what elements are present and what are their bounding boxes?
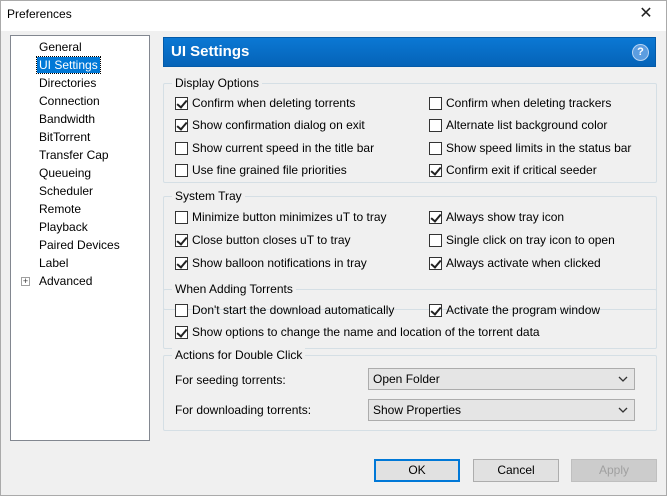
tree-item-transfer-cap[interactable]: Transfer Cap bbox=[37, 147, 111, 163]
help-icon[interactable]: ? bbox=[632, 44, 649, 61]
double-click-group: Actions for Double Click For seeding tor… bbox=[163, 348, 657, 431]
close-icon[interactable]: ✕ bbox=[636, 4, 656, 24]
checkbox-unchecked-icon[interactable] bbox=[429, 233, 442, 247]
seeding-label: For seeding torrents: bbox=[175, 373, 286, 387]
tree-item-advanced[interactable]: Advanced bbox=[37, 273, 94, 289]
tree-item-general[interactable]: General bbox=[37, 39, 84, 55]
checkbox-option[interactable]: Minimize button minimizes uT to tray bbox=[175, 209, 387, 225]
checkbox-option[interactable]: Show confirmation dialog on exit bbox=[175, 117, 365, 133]
checkbox-label: Always activate when clicked bbox=[446, 256, 601, 270]
expand-icon[interactable]: + bbox=[21, 277, 30, 286]
seeding-action-value: Open Folder bbox=[373, 372, 440, 386]
checkbox-unchecked-icon[interactable] bbox=[175, 141, 188, 155]
ok-button[interactable]: OK bbox=[374, 459, 460, 482]
checkbox-label: Minimize button minimizes uT to tray bbox=[192, 210, 387, 224]
checkbox-unchecked-icon[interactable] bbox=[429, 118, 442, 132]
checkbox-option[interactable]: Use fine grained file priorities bbox=[175, 162, 347, 178]
checkbox-option[interactable]: Always activate when clicked bbox=[429, 255, 601, 271]
checkbox-checked-icon[interactable] bbox=[429, 210, 442, 224]
checkbox-option[interactable]: Show balloon notifications in tray bbox=[175, 255, 367, 271]
checkbox-label: Show options to change the name and loca… bbox=[192, 325, 540, 339]
checkbox-checked-icon[interactable] bbox=[175, 325, 188, 339]
tree-item-directories[interactable]: Directories bbox=[37, 75, 98, 91]
display-options-legend: Display Options bbox=[172, 76, 263, 90]
checkbox-checked-icon[interactable] bbox=[175, 256, 188, 270]
checkbox-option[interactable]: Close button closes uT to tray bbox=[175, 232, 351, 248]
checkbox-label: Single click on tray icon to open bbox=[446, 233, 615, 247]
downloading-label: For downloading torrents: bbox=[175, 403, 312, 417]
checkbox-label: Show balloon notifications in tray bbox=[192, 256, 367, 270]
checkbox-label: Show confirmation dialog on exit bbox=[192, 118, 365, 132]
tree-item-ui-settings[interactable]: UI Settings bbox=[36, 56, 101, 74]
checkbox-option[interactable]: Show current speed in the title bar bbox=[175, 140, 374, 156]
title-bar: Preferences ✕ bbox=[1, 1, 666, 31]
tree-item-playback[interactable]: Playback bbox=[37, 219, 90, 235]
window-title: Preferences bbox=[7, 7, 72, 21]
checkbox-unchecked-icon[interactable] bbox=[429, 96, 442, 110]
checkbox-label: Use fine grained file priorities bbox=[192, 163, 347, 177]
checkbox-label: Confirm when deleting trackers bbox=[446, 96, 612, 110]
checkbox-option[interactable]: Confirm when deleting trackers bbox=[429, 95, 611, 111]
checkbox-label: Confirm exit if critical seeder bbox=[446, 163, 597, 177]
checkbox-label: Show current speed in the title bar bbox=[192, 141, 375, 155]
checkbox-option[interactable]: Confirm when deleting torrents bbox=[175, 95, 355, 111]
checkbox-unchecked-icon[interactable] bbox=[429, 141, 442, 155]
seeding-action-select[interactable]: Open Folder bbox=[368, 368, 635, 390]
chevron-down-icon bbox=[618, 407, 628, 413]
checkbox-checked-icon[interactable] bbox=[429, 256, 442, 270]
checkbox-option[interactable]: Show options to change the name and loca… bbox=[175, 324, 540, 340]
checkbox-checked-icon[interactable] bbox=[429, 163, 442, 177]
checkbox-unchecked-icon[interactable] bbox=[175, 303, 188, 317]
category-tree[interactable]: General UI Settings Directories Connection B… bbox=[10, 35, 150, 441]
tree-item-label[interactable]: Label bbox=[37, 255, 70, 271]
checkbox-label: Confirm when deleting torrents bbox=[192, 96, 356, 110]
checkbox-checked-icon[interactable] bbox=[175, 118, 188, 132]
adding-torrents-legend: When Adding Torrents bbox=[172, 282, 296, 296]
checkbox-label: Alternate list background color bbox=[446, 118, 608, 132]
double-click-legend: Actions for Double Click bbox=[172, 348, 306, 362]
checkbox-option[interactable]: Don't start the download automatically bbox=[175, 302, 394, 318]
chevron-down-icon bbox=[618, 376, 628, 382]
checkbox-option[interactable]: Show speed limits in the status bar bbox=[429, 140, 631, 156]
checkbox-label: Close button closes uT to tray bbox=[192, 233, 351, 247]
downloading-action-value: Show Properties bbox=[373, 403, 462, 417]
tree-item-scheduler[interactable]: Scheduler bbox=[37, 183, 95, 199]
tree-item-connection[interactable]: Connection bbox=[37, 93, 102, 109]
ui-settings-pane: UI Settings ? Display Options Confirm wh… bbox=[163, 35, 659, 431]
preferences-window: Preferences ✕ General UI Settings Director… bbox=[0, 0, 667, 496]
checkbox-label: Show speed limits in the status bar bbox=[446, 141, 632, 155]
checkbox-checked-icon[interactable] bbox=[175, 96, 188, 110]
downloading-action-select[interactable]: Show Properties bbox=[368, 399, 635, 421]
tree-item-queueing[interactable]: Queueing bbox=[37, 165, 93, 181]
apply-button[interactable]: Apply bbox=[571, 459, 657, 482]
checkbox-label: Don't start the download automatically bbox=[192, 303, 395, 317]
display-options-group: Display Options Confirm when deleting to… bbox=[163, 76, 657, 183]
tree-item-bandwidth[interactable]: Bandwidth bbox=[37, 111, 97, 127]
checkbox-option[interactable]: Alternate list background color bbox=[429, 117, 607, 133]
cancel-button[interactable]: Cancel bbox=[473, 459, 559, 482]
tree-item-bittorrent[interactable]: BitTorrent bbox=[37, 129, 92, 145]
checkbox-checked-icon[interactable] bbox=[429, 303, 442, 317]
tree-item-paired-devices[interactable]: Paired Devices bbox=[37, 237, 122, 253]
checkbox-unchecked-icon[interactable] bbox=[175, 210, 188, 224]
checkbox-option[interactable]: Activate the program window bbox=[429, 302, 600, 318]
dialog-footer: OK Cancel Apply bbox=[1, 449, 666, 495]
checkbox-option[interactable]: Confirm exit if critical seeder bbox=[429, 162, 597, 178]
checkbox-option[interactable]: Always show tray icon bbox=[429, 209, 564, 225]
checkbox-checked-icon[interactable] bbox=[175, 233, 188, 247]
checkbox-label: Activate the program window bbox=[446, 303, 601, 317]
system-tray-legend: System Tray bbox=[172, 189, 245, 203]
section-title: UI Settings bbox=[171, 43, 250, 60]
adding-torrents-group: When Adding Torrents Don't start the dow… bbox=[163, 282, 657, 349]
checkbox-label: Always show tray icon bbox=[446, 210, 565, 224]
section-header: UI Settings ? bbox=[163, 37, 656, 67]
checkbox-option[interactable]: Single click on tray icon to open bbox=[429, 232, 615, 248]
checkbox-unchecked-icon[interactable] bbox=[175, 163, 188, 177]
tree-item-remote[interactable]: Remote bbox=[37, 201, 83, 217]
